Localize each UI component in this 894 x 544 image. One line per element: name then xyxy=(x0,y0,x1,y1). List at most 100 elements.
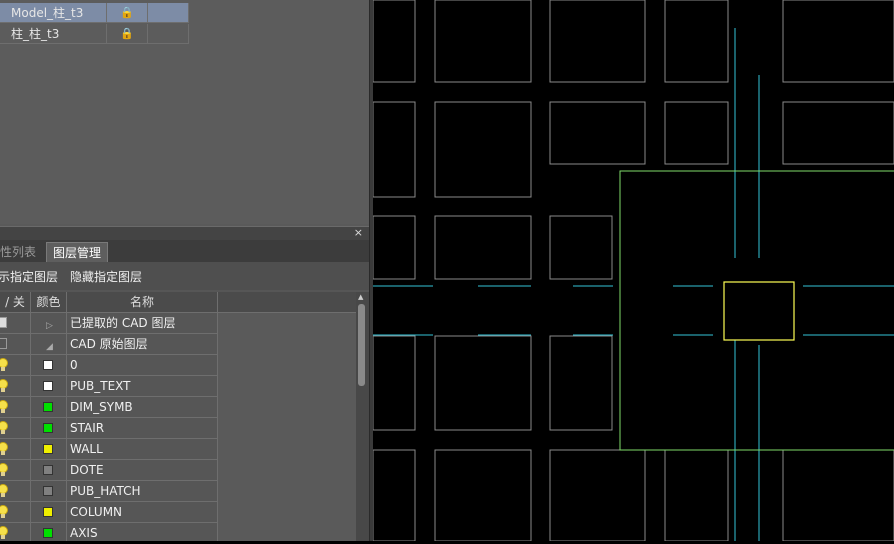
color-swatch[interactable] xyxy=(43,486,53,496)
room-outline xyxy=(549,335,613,431)
lightbulb-icon[interactable] xyxy=(0,504,9,520)
empty-column xyxy=(218,313,356,541)
model-name: 柱_柱_t3 xyxy=(0,24,107,44)
model-row[interactable]: 柱_柱_t3 🔒 xyxy=(0,24,189,45)
layer-row[interactable]: STAIR xyxy=(0,418,218,439)
room-outline xyxy=(372,335,416,431)
drawing-svg xyxy=(372,0,894,542)
layer-row[interactable]: 0 xyxy=(0,355,218,376)
model-list: Model_柱_t3 🔒 柱_柱_t3 🔒 xyxy=(0,0,369,224)
tab-properties[interactable]: 性列表 xyxy=(0,242,42,262)
lightbulb-icon[interactable] xyxy=(0,525,9,541)
room-outline xyxy=(664,101,729,165)
layer-visibility-cell[interactable] xyxy=(0,355,31,376)
layer-visibility-cell[interactable] xyxy=(0,523,31,541)
layer-name: CAD 原始图层 xyxy=(67,334,218,355)
expand-icon[interactable]: ▷ xyxy=(46,316,53,336)
layer-visibility-cell[interactable] xyxy=(0,460,31,481)
layer-name: 已提取的 CAD 图层 xyxy=(67,313,218,334)
lock-icon[interactable]: 🔒 xyxy=(107,24,148,44)
color-swatch[interactable] xyxy=(43,465,53,475)
layer-color-cell[interactable] xyxy=(31,523,67,541)
color-swatch[interactable] xyxy=(43,381,53,391)
room-outline xyxy=(549,0,646,83)
layer-color-cell[interactable] xyxy=(31,376,67,397)
color-swatch[interactable] xyxy=(43,444,53,454)
lightbulb-icon[interactable] xyxy=(0,357,9,373)
header-name[interactable]: 名称 xyxy=(67,292,218,312)
layer-color-cell[interactable] xyxy=(31,502,67,523)
tab-layer-manager[interactable]: 图层管理 xyxy=(46,242,109,262)
layer-color-cell[interactable] xyxy=(31,481,67,502)
room-outline xyxy=(664,0,729,83)
left-panel: Model_柱_t3 🔒 柱_柱_t3 🔒 × 性列表 图层管理 示指定图层 隐… xyxy=(0,0,369,541)
layer-row[interactable]: DIM_SYMB xyxy=(0,397,218,418)
room-outline xyxy=(549,215,613,280)
layer-visibility-cell[interactable] xyxy=(0,481,31,502)
model-extra-cell xyxy=(148,24,189,44)
scroll-thumb[interactable] xyxy=(358,304,365,386)
hide-layers-button[interactable]: 隐藏指定图层 xyxy=(70,268,142,285)
room-outline xyxy=(434,449,532,542)
color-swatch[interactable] xyxy=(43,360,53,370)
layer-row[interactable]: PUB_HATCH xyxy=(0,481,218,502)
color-swatch[interactable] xyxy=(43,402,53,412)
room-outline xyxy=(372,101,416,198)
checkbox-unchecked[interactable] xyxy=(0,338,7,349)
lightbulb-icon[interactable] xyxy=(0,399,9,415)
layer-row[interactable]: DOTE xyxy=(0,460,218,481)
layer-row[interactable]: ▷ 已提取的 CAD 图层 xyxy=(0,313,218,334)
layer-visibility-cell[interactable] xyxy=(0,439,31,460)
layer-visibility-cell[interactable] xyxy=(0,397,31,418)
cad-canvas[interactable] xyxy=(372,0,894,542)
room-outline xyxy=(372,215,416,280)
color-swatch[interactable] xyxy=(43,423,53,433)
layer-color-cell[interactable] xyxy=(31,439,67,460)
close-icon[interactable]: × xyxy=(354,226,363,239)
room-outline xyxy=(782,0,894,83)
layer-row[interactable]: PUB_TEXT xyxy=(0,376,218,397)
room-outline xyxy=(372,0,416,83)
column-rect xyxy=(723,281,795,341)
layer-visibility-cell[interactable] xyxy=(0,334,31,355)
layer-color-cell[interactable] xyxy=(31,460,67,481)
layer-name: WALL xyxy=(67,439,218,460)
layer-color-cell[interactable]: ◢ xyxy=(31,334,67,355)
layer-panel: × 性列表 图层管理 示指定图层 隐藏指定图层 / 关 颜色 名称 ▷ 已提取的 … xyxy=(0,226,369,541)
layer-visibility-cell[interactable] xyxy=(0,418,31,439)
layer-visibility-cell[interactable] xyxy=(0,313,31,334)
layer-visibility-cell[interactable] xyxy=(0,502,31,523)
room-outline xyxy=(434,0,532,83)
color-swatch[interactable] xyxy=(43,507,53,517)
layer-name: COLUMN xyxy=(67,502,218,523)
layer-row[interactable]: AXIS xyxy=(0,523,218,541)
lightbulb-icon[interactable] xyxy=(0,420,9,436)
color-swatch[interactable] xyxy=(43,528,53,538)
lightbulb-icon[interactable] xyxy=(0,378,9,394)
table-header: / 关 颜色 名称 xyxy=(0,292,356,313)
model-row[interactable]: Model_柱_t3 🔒 xyxy=(0,3,189,24)
lock-icon[interactable]: 🔒 xyxy=(107,3,148,23)
scroll-up-icon[interactable]: ▲ xyxy=(358,293,363,301)
vertical-scrollbar[interactable]: ▲ xyxy=(356,292,369,541)
lightbulb-icon[interactable] xyxy=(0,441,9,457)
layer-row[interactable]: ◢ CAD 原始图层 xyxy=(0,334,218,355)
layer-name: PUB_TEXT xyxy=(67,376,218,397)
layer-color-cell[interactable] xyxy=(31,418,67,439)
header-onoff[interactable]: / 关 xyxy=(0,292,31,312)
layer-color-cell[interactable] xyxy=(31,355,67,376)
lightbulb-icon[interactable] xyxy=(0,462,9,478)
header-color[interactable]: 颜色 xyxy=(31,292,67,312)
layer-row[interactable]: COLUMN xyxy=(0,502,218,523)
checkbox-checked[interactable] xyxy=(0,317,7,328)
expand-icon[interactable]: ◢ xyxy=(46,337,53,357)
model-extra-cell xyxy=(148,3,189,23)
room-outline xyxy=(782,101,894,165)
layer-name: STAIR xyxy=(67,418,218,439)
layer-visibility-cell[interactable] xyxy=(0,376,31,397)
show-layers-button[interactable]: 示指定图层 xyxy=(0,268,58,285)
lightbulb-icon[interactable] xyxy=(0,483,9,499)
layer-color-cell[interactable] xyxy=(31,397,67,418)
layer-row[interactable]: WALL xyxy=(0,439,218,460)
layer-color-cell[interactable]: ▷ xyxy=(31,313,67,334)
